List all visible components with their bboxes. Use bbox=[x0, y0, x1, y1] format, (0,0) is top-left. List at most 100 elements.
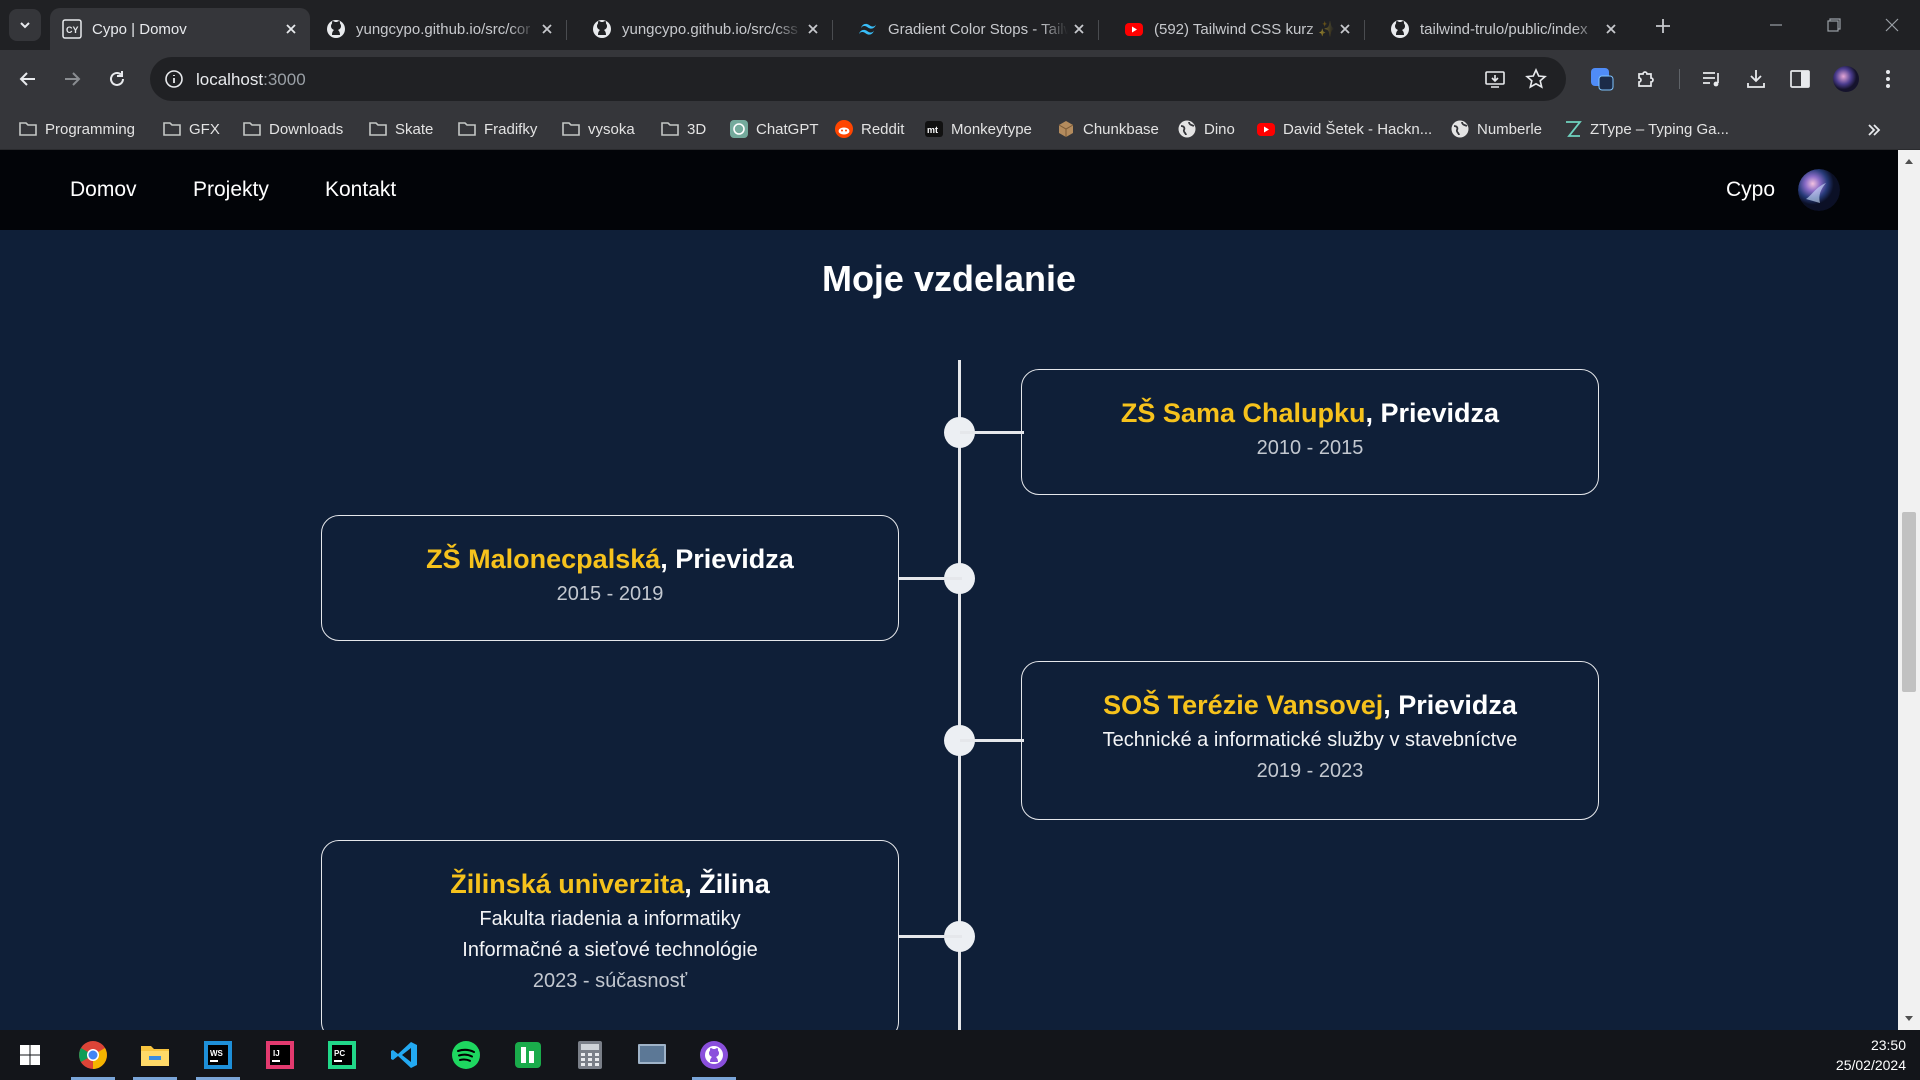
tab-cypo-domov[interactable]: CY Cypo | Domov bbox=[50, 8, 310, 50]
close-icon[interactable] bbox=[802, 18, 824, 40]
nav-link-kontakt[interactable]: Kontakt bbox=[325, 178, 396, 202]
bookmark-skate[interactable]: Skate bbox=[368, 118, 433, 140]
tab-youtube-tailwind[interactable]: (592) Tailwind CSS kurz ✨ bbox=[1112, 8, 1365, 50]
school-title: Žilinská univerzita, Žilina bbox=[450, 869, 770, 899]
close-icon[interactable] bbox=[536, 18, 558, 40]
restore-button[interactable] bbox=[1806, 8, 1862, 42]
bookmark-label: Programming bbox=[45, 120, 136, 138]
bookmark-monkeytype[interactable]: mt Monkeytype bbox=[924, 118, 1032, 140]
nav-link-projekty[interactable]: Projekty bbox=[193, 178, 269, 202]
bookmark-numberle[interactable]: Numberle bbox=[1450, 118, 1542, 140]
extension-colorful-icon[interactable] bbox=[1586, 63, 1618, 95]
site-info-icon[interactable] bbox=[162, 67, 186, 91]
minimize-icon bbox=[1770, 24, 1782, 26]
file-explorer-icon[interactable] bbox=[130, 1030, 180, 1080]
scrollbar-thumb[interactable] bbox=[1902, 512, 1916, 692]
bookmark-dino[interactable]: Dino bbox=[1177, 118, 1235, 140]
bookmark-star-icon[interactable] bbox=[1524, 67, 1548, 91]
calculator-icon[interactable] bbox=[565, 1030, 615, 1080]
nav-link-domov[interactable]: Domov bbox=[70, 178, 137, 202]
new-tab-button[interactable] bbox=[1650, 13, 1676, 39]
tab-github-trulo[interactable]: tailwind-trulo/public/index bbox=[1378, 8, 1630, 50]
scroll-up-arrow-icon[interactable] bbox=[1903, 155, 1915, 167]
url-text[interactable]: localhost:3000 bbox=[196, 70, 306, 90]
minimize-button[interactable] bbox=[1748, 8, 1804, 42]
tab-tailwind-gradient[interactable]: Gradient Color Stops - Tailw bbox=[846, 8, 1099, 50]
github-desktop-icon[interactable] bbox=[689, 1030, 739, 1080]
profile-avatar[interactable] bbox=[1830, 63, 1862, 95]
school-title: SOŠ Terézie Vansovej, Prievidza bbox=[1103, 690, 1517, 720]
tab-title: yungcypo.github.io/src/cor bbox=[356, 20, 531, 38]
chrome-menu-icon[interactable] bbox=[1872, 63, 1904, 95]
chrome-icon[interactable] bbox=[68, 1030, 118, 1080]
tab-strip: CY Cypo | Domov yungcypo.github.io/src/c… bbox=[0, 0, 1920, 50]
bookmark-gfx[interactable]: GFX bbox=[162, 118, 220, 140]
install-app-icon[interactable] bbox=[1483, 67, 1507, 91]
folder-icon bbox=[162, 119, 182, 139]
windows-start-icon[interactable] bbox=[5, 1030, 55, 1080]
close-icon[interactable] bbox=[280, 18, 302, 40]
svg-text:CY: CY bbox=[66, 25, 79, 35]
cypo-favicon: CY bbox=[62, 19, 82, 39]
site-brand-name[interactable]: Cypo bbox=[1726, 178, 1775, 202]
bookmark-vysoka[interactable]: vysoka bbox=[561, 118, 635, 140]
address-bar[interactable]: localhost:3000 bbox=[150, 57, 1566, 101]
avatar[interactable] bbox=[1798, 169, 1840, 211]
close-icon[interactable] bbox=[1334, 18, 1356, 40]
bookmarks-bar: Programming GFX Downloads Skate Fradifky vyso… bbox=[0, 108, 1920, 150]
intellij-icon[interactable]: IJ bbox=[255, 1030, 305, 1080]
bookmark-downloads[interactable]: Downloads bbox=[242, 118, 343, 140]
bookmark-chatgpt[interactable]: ChatGPT bbox=[729, 118, 819, 140]
bookmark-david-etek-hackn[interactable]: David Šetek - Hackn... bbox=[1256, 118, 1432, 140]
bookmark-label: Fradifky bbox=[484, 120, 538, 138]
scroll-down-arrow-icon[interactable] bbox=[1903, 1013, 1915, 1025]
spotify-icon[interactable] bbox=[441, 1030, 491, 1080]
media-controls-icon[interactable] bbox=[1696, 63, 1728, 95]
bookmark-programming[interactable]: Programming bbox=[18, 118, 135, 140]
ztype-icon bbox=[1563, 119, 1583, 139]
extensions-puzzle-icon[interactable] bbox=[1630, 63, 1662, 95]
vertical-scrollbar[interactable] bbox=[1898, 150, 1920, 1030]
tab-github-1[interactable]: yungcypo.github.io/src/cor bbox=[314, 8, 567, 50]
system-clock[interactable]: 23:50 25/02/2024 bbox=[1836, 1035, 1906, 1075]
screen-app-icon[interactable] bbox=[627, 1030, 677, 1080]
bookmark-reddit[interactable]: Reddit bbox=[834, 118, 904, 140]
tab-search-button[interactable] bbox=[9, 9, 41, 41]
reload-button[interactable] bbox=[101, 63, 133, 95]
bookmarks-overflow-button[interactable] bbox=[1862, 118, 1886, 142]
bookmark-label: GFX bbox=[189, 120, 220, 138]
tab-title: Cypo | Domov bbox=[92, 20, 187, 38]
timeline-connector bbox=[960, 739, 1024, 742]
downloads-icon[interactable] bbox=[1740, 63, 1772, 95]
bookmark-chunkbase[interactable]: Chunkbase bbox=[1056, 118, 1159, 140]
school-title: ZŠ Sama Chalupku, Prievidza bbox=[1120, 398, 1500, 428]
close-icon[interactable] bbox=[1068, 18, 1090, 40]
education-card-zilinska-univerzita: Žilinská univerzita, Žilina Fakulta riad… bbox=[321, 840, 899, 1030]
plus-icon bbox=[1656, 19, 1670, 33]
school-years: 2023 - súčasnosť bbox=[532, 970, 688, 992]
vscode-icon[interactable] bbox=[379, 1030, 429, 1080]
side-panel-icon[interactable] bbox=[1784, 63, 1816, 95]
bookmark-label: Numberle bbox=[1477, 120, 1543, 138]
tab-github-2[interactable]: yungcypo.github.io/src/css bbox=[580, 8, 833, 50]
bookmark-fradifky[interactable]: Fradifky bbox=[457, 118, 537, 140]
education-card-sos-terezie-vansovej: SOŠ Terézie Vansovej, Prievidza Technick… bbox=[1021, 661, 1599, 820]
close-window-button[interactable] bbox=[1864, 8, 1920, 42]
school-years: 2019 - 2023 bbox=[1256, 760, 1364, 782]
back-button[interactable] bbox=[12, 63, 44, 95]
numbers-app-icon[interactable] bbox=[503, 1030, 553, 1080]
bookmark-3d[interactable]: 3D bbox=[660, 118, 706, 140]
webstorm-icon[interactable]: WS bbox=[193, 1030, 243, 1080]
study-program: Informačné a sieťové technológie bbox=[462, 939, 758, 961]
arrow-right-icon bbox=[65, 72, 81, 86]
pycharm-icon[interactable]: PC bbox=[317, 1030, 367, 1080]
double-chevron-right-icon bbox=[1868, 124, 1881, 136]
education-card-zs-malonecpalska: ZŠ Malonecpalská, Prievidza 2015 - 2019 bbox=[321, 515, 899, 641]
education-card-zs-sama-chalupku: ZŠ Sama Chalupku, Prievidza 2010 - 2015 bbox=[1021, 369, 1599, 495]
svg-text:IJ: IJ bbox=[273, 1049, 280, 1058]
close-icon[interactable] bbox=[1600, 18, 1622, 40]
forward-button[interactable] bbox=[56, 63, 88, 95]
bookmark-ztype-typing-ga[interactable]: ZType – Typing Ga... bbox=[1563, 118, 1729, 140]
monkeytype-icon: mt bbox=[924, 119, 944, 139]
chevron-down-icon bbox=[20, 22, 30, 29]
